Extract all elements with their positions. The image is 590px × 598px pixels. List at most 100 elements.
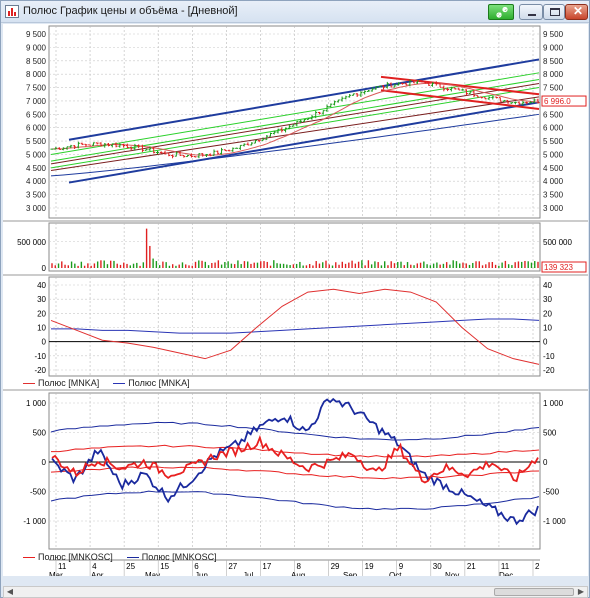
scroll-thumb[interactable] [494,588,574,596]
mnkosc-legend-label-1: Полюс [MNKOSC] [38,552,113,562]
price-axis-label-right: 6 000 [543,124,564,133]
mnka-legend-label-1: Полюс [MNKA] [38,378,100,388]
x-axis-month-label: Sep [343,571,358,576]
mnka-axis-label-left: 30 [37,295,46,304]
scroll-left-arrow-icon[interactable]: ◀ [4,587,16,597]
x-axis-month-label: Apr [91,571,104,576]
price-axis-label-left: 5 000 [26,150,47,159]
title-bar[interactable]: Полюс График цены и объёма - [Дневной] ✕ [1,1,589,23]
x-axis-day-label: 11 [501,562,510,571]
mnka-axis-label-left: 10 [37,324,46,333]
legend-swatch-red [23,557,35,559]
last-price-label: 6 996.0 [544,97,571,106]
osc-axis-label-left: -500 [30,488,47,497]
mnka-legend: Полюс [MNKA] Полюс [MNKA] [23,378,190,388]
mnka-legend-label-2: Полюс [MNKA] [128,378,190,388]
mnka-axis-label-right: 0 [543,338,548,347]
maximize-icon [550,8,560,16]
x-axis-month-label: Oct [389,571,402,576]
mnka-axis-label-left: 20 [37,309,46,318]
x-axis-month-label: Aug [291,571,305,576]
x-axis-day-label: 19 [365,562,374,571]
x-axis-day-label: 29 [331,562,340,571]
close-icon: ✕ [573,4,584,18]
price-axis-label-left: 4 500 [26,164,47,173]
price-axis-label-right: 5 000 [543,150,564,159]
x-axis-month-label: May [145,571,160,576]
mnka-axis-label-left: -20 [34,366,46,375]
mnka-axis-label-right: 40 [543,281,552,290]
x-axis-day-label: 4 [92,562,97,571]
chart-area[interactable]: 9 500 9 500 9 000 9 000 8 500 8 500 8 000 8 000… [3,24,588,576]
price-axis-label-right: 3 500 [543,191,564,200]
chart-app-icon [5,5,19,18]
minimize-button[interactable] [519,4,543,20]
x-axis-day-label: 9 [399,562,404,571]
price-axis-label-left: 5 500 [26,137,47,146]
x-axis-month-label: Jul [243,571,253,576]
price-axis-label-left: 7 500 [26,84,47,93]
x-axis-day-label: 27 [228,562,237,571]
mnka-axis-label-right: 10 [543,324,552,333]
osc-axis-label-left: 0 [42,458,47,467]
x-axis-day-label: 6 [194,562,199,571]
x-axis-month-label: Jun [195,571,208,576]
price-axis-label-right: 7 500 [543,84,564,93]
mnka-axis-label-right: -10 [543,352,555,361]
mnka-axis-label-right: -20 [543,366,555,375]
short-channel-upper [380,75,540,96]
maximize-button[interactable] [543,4,565,20]
x-axis-day-label: 8 [297,562,302,571]
mnka-axis-label-right: 20 [543,309,552,318]
price-axis-label-right: 8 500 [543,57,564,66]
mnka-axis-label-left: 40 [37,281,46,290]
legend-swatch-red [23,383,35,385]
volume-axis-label-left: 500 000 [17,238,46,247]
price-axis-label-right: 8 000 [543,70,564,79]
x-axis-day-label: 21 [467,562,476,571]
price-axis-label-left: 3 000 [26,204,47,213]
green-channel-line [50,72,540,155]
price-axis-label-left: 3 500 [26,191,47,200]
price-axis-label-right: 3 000 [543,204,564,213]
scroll-right-arrow-icon[interactable]: ▶ [575,587,587,597]
price-axis-label-right: 9 000 [543,43,564,52]
price-axis-label-left: 8 000 [26,70,47,79]
x-axis-day-label: 15 [160,562,169,571]
price-axis-label-left: 6 000 [26,124,47,133]
osc-axis-label-right: 1 000 [543,399,564,408]
price-axis-label-right: 4 500 [543,164,564,173]
last-volume-label: 139 323 [544,263,573,272]
legend-swatch-blue [113,383,126,385]
mnkosc-legend-label-2: Полюс [MNKOSC] [141,552,217,562]
x-axis-month-label: Nov [445,571,459,576]
horizontal-scrollbar[interactable]: ◀ ▶ [3,586,588,598]
osc-axis-label-left: 500 [33,429,47,438]
osc-axis-label-right: -1 000 [543,517,566,526]
x-axis-month-label: Dec [499,571,513,576]
chart-window: Полюс График цены и объёма - [Дневной] ✕… [0,0,590,598]
price-axis-label-left: 9 500 [26,30,47,39]
price-axis-label-right: 6 500 [543,110,564,119]
price-axis-label-left: 4 000 [26,177,47,186]
link-sync-button[interactable] [488,4,514,20]
x-axis-day-label: 11 [58,562,67,571]
x-axis-day-label: 17 [262,562,271,571]
price-axis-label-right: 9 500 [543,30,564,39]
volume-axis-label-left: 0 [42,264,47,273]
price-axis-label-right: 4 000 [543,177,564,186]
close-button[interactable]: ✕ [565,4,588,20]
link-icon [496,7,508,18]
mnka-axis-label-left: 0 [42,338,47,347]
window-title: Полюс График цены и объёма - [Дневной] [23,5,238,17]
osc-series-red [51,434,539,484]
minimize-icon [528,14,536,16]
x-axis-day-label: 30 [433,562,442,571]
regression-channel-lower [68,101,540,184]
legend-swatch-blue [126,557,139,559]
osc-axis-label-right: -500 [543,488,560,497]
x-axis-day-label: 2 [535,562,540,571]
price-axis-label-left: 6 500 [26,110,47,119]
osc-axis-label-left: -1 000 [23,517,46,526]
chart-canvas[interactable]: 9 500 9 5009 000 9 0008 500 8 5008 000 8 000… [3,24,588,576]
